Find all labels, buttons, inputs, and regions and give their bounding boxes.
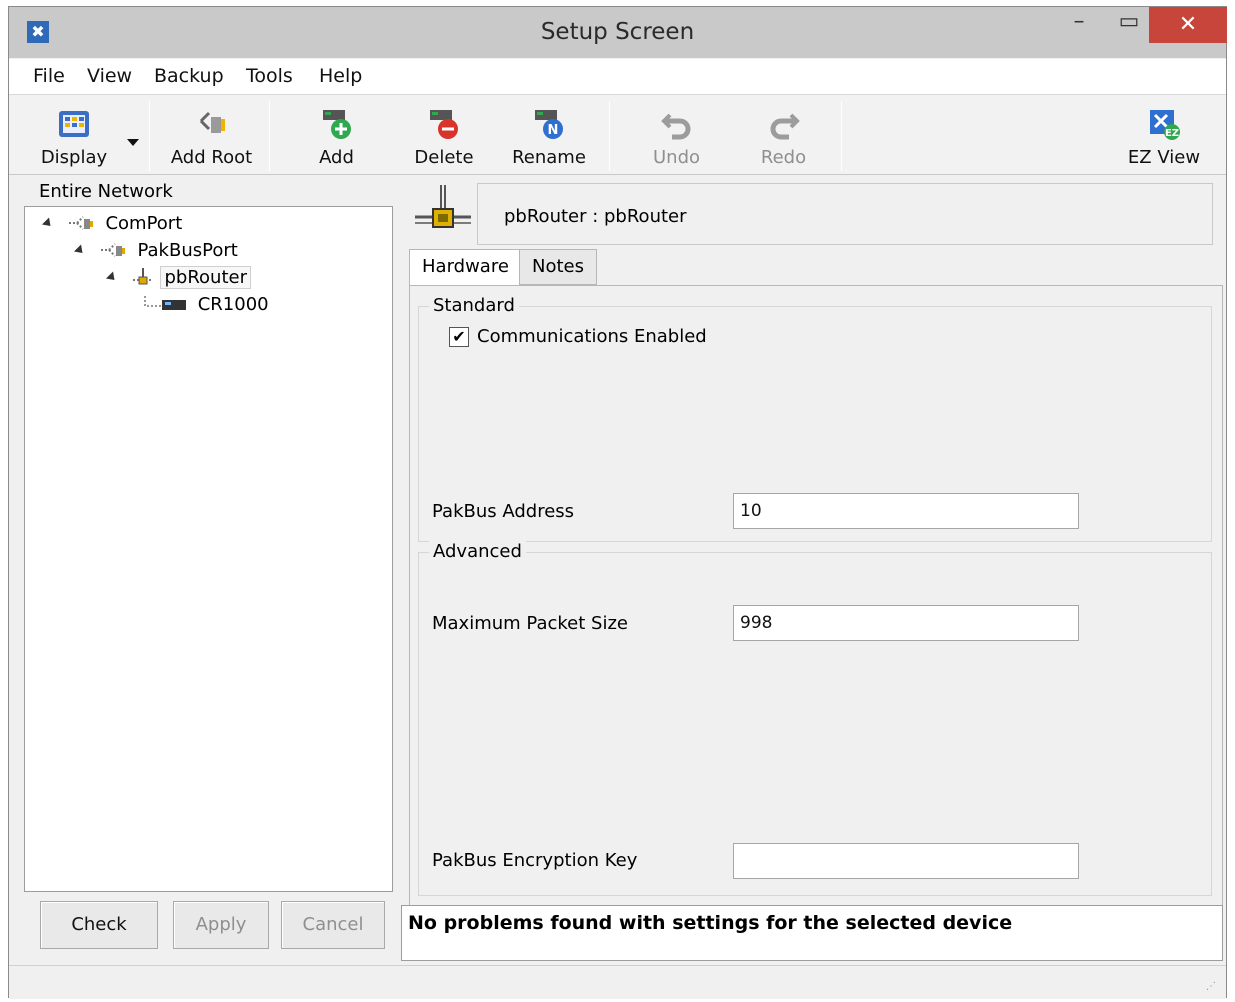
toolbar-separator [609, 101, 610, 171]
close-button[interactable]: ✕ [1149, 7, 1227, 43]
tree-label-pakbusport: PakBusPort [137, 239, 238, 261]
port-plug-icon [199, 111, 225, 133]
tree-label-pbrouter: pbRouter [160, 265, 251, 289]
menu-bar: File View Backup Tools Help [9, 59, 1226, 95]
display-dropdown-arrow-icon[interactable] [127, 139, 139, 146]
toolbar-separator [269, 101, 270, 171]
cancel-button[interactable]: Cancel [281, 901, 385, 949]
rename-button[interactable]: N Rename [509, 103, 589, 169]
apply-button[interactable]: Apply [173, 901, 269, 949]
device-header: pbRouter : pbRouter [401, 179, 1223, 249]
hardware-tab-content: Standard ✔ Communications Enabled PakBus… [409, 285, 1223, 907]
communications-enabled-label: Communications Enabled [477, 326, 707, 347]
router-icon [132, 268, 153, 285]
encryption-key-input[interactable] [733, 843, 1079, 879]
menu-view[interactable]: View [87, 65, 132, 87]
menu-backup[interactable]: Backup [154, 65, 224, 87]
rename-label: Rename [512, 147, 586, 168]
resize-grip-icon[interactable]: ⋰ [1206, 981, 1220, 995]
setup-screen-window: ✖ Setup Screen – ▭ ✕ File View Backup To… [8, 6, 1227, 999]
max-packet-size-label: Maximum Packet Size [432, 613, 628, 634]
tree-label-comport: ComPort [105, 212, 183, 234]
expand-arrow-icon[interactable] [41, 216, 55, 230]
undo-label: Undo [652, 147, 701, 168]
undo-button[interactable]: Undo [644, 103, 709, 169]
tab-notes[interactable]: Notes [519, 249, 597, 285]
tree-node-comport[interactable]: ComPort [41, 212, 185, 238]
port-icon [68, 216, 93, 230]
toolbar: Display Add Root Add Delete N Rename Und… [9, 95, 1226, 175]
display-label: Display [40, 147, 108, 168]
device-settings-pane: pbRouter : pbRouter Hardware Notes Stand… [401, 179, 1223, 907]
check-button[interactable]: Check [40, 901, 158, 949]
advanced-group-title: Advanced [429, 541, 526, 562]
menu-help[interactable]: Help [319, 65, 362, 87]
tree-node-pakbusport[interactable]: PakBusPort [73, 239, 241, 265]
ez-view-button[interactable]: EZ EZ View [1124, 103, 1204, 169]
network-tree-pane: Entire Network ComPort PakBusPort pbRout… [9, 177, 395, 892]
communications-enabled-checkbox[interactable]: ✔ [449, 327, 469, 347]
ez-view-label: EZ View [1127, 147, 1201, 168]
action-buttons: Check Apply Cancel [9, 897, 399, 957]
title-bar: ✖ Setup Screen – ▭ ✕ [9, 7, 1227, 58]
display-grid-icon [59, 111, 89, 137]
add-root-button[interactable]: Add Root [164, 103, 259, 169]
pakbus-address-label: PakBus Address [432, 501, 575, 522]
redo-label: Redo [760, 147, 807, 168]
svg-text:N: N [548, 123, 559, 138]
standard-group-title: Standard [429, 295, 519, 316]
delete-label: Delete [414, 147, 474, 168]
maximize-button[interactable]: ▭ [1109, 7, 1149, 43]
add-button[interactable]: Add [304, 103, 369, 169]
status-bar: ⋰ [9, 965, 1226, 999]
rename-device-icon: N [535, 110, 563, 139]
add-label: Add [319, 147, 354, 168]
tree-label-cr1000: CR1000 [197, 293, 269, 315]
add-root-label: Add Root [170, 147, 253, 168]
toolbar-separator [149, 101, 150, 171]
tab-hardware[interactable]: Hardware [409, 249, 522, 288]
menu-tools[interactable]: Tools [246, 65, 293, 87]
port-icon [100, 243, 125, 257]
status-message: No problems found with settings for the … [408, 912, 1013, 934]
router-icon [415, 185, 471, 228]
expand-arrow-icon[interactable] [73, 243, 87, 257]
menu-file[interactable]: File [33, 65, 65, 87]
tree-node-cr1000[interactable]: CR1000 [143, 293, 272, 319]
minimize-button[interactable]: – [1059, 7, 1099, 43]
advanced-group: Advanced Maximum Packet Size PakBus Encr… [418, 541, 1212, 896]
ez-view-icon: EZ [1150, 110, 1180, 140]
delete-device-icon [430, 110, 458, 139]
standard-group: Standard ✔ Communications Enabled PakBus… [418, 295, 1212, 542]
window-title: Setup Screen [540, 19, 695, 45]
expand-arrow-icon[interactable] [105, 270, 119, 284]
max-packet-size-input[interactable] [733, 605, 1079, 641]
status-message-box: No problems found with settings for the … [401, 905, 1223, 961]
redo-arrow-icon [770, 113, 800, 140]
datalogger-icon [144, 296, 186, 310]
display-button[interactable]: Display [29, 103, 119, 169]
device-title: pbRouter : pbRouter [504, 206, 687, 227]
delete-button[interactable]: Delete [409, 103, 479, 169]
encryption-key-label: PakBus Encryption Key [432, 850, 638, 871]
tree-node-pbrouter[interactable]: pbRouter [105, 265, 251, 292]
device-title-box: pbRouter : pbRouter [477, 183, 1213, 245]
svg-text:EZ: EZ [1165, 128, 1179, 139]
toolbar-separator [841, 101, 842, 171]
redo-button[interactable]: Redo [751, 103, 816, 169]
pakbus-address-input[interactable] [733, 493, 1079, 529]
add-device-icon [322, 110, 351, 139]
undo-arrow-icon [660, 113, 690, 140]
tree-header: Entire Network [39, 181, 173, 202]
network-tree[interactable]: ComPort PakBusPort pbRouter CR1000 [24, 206, 393, 892]
